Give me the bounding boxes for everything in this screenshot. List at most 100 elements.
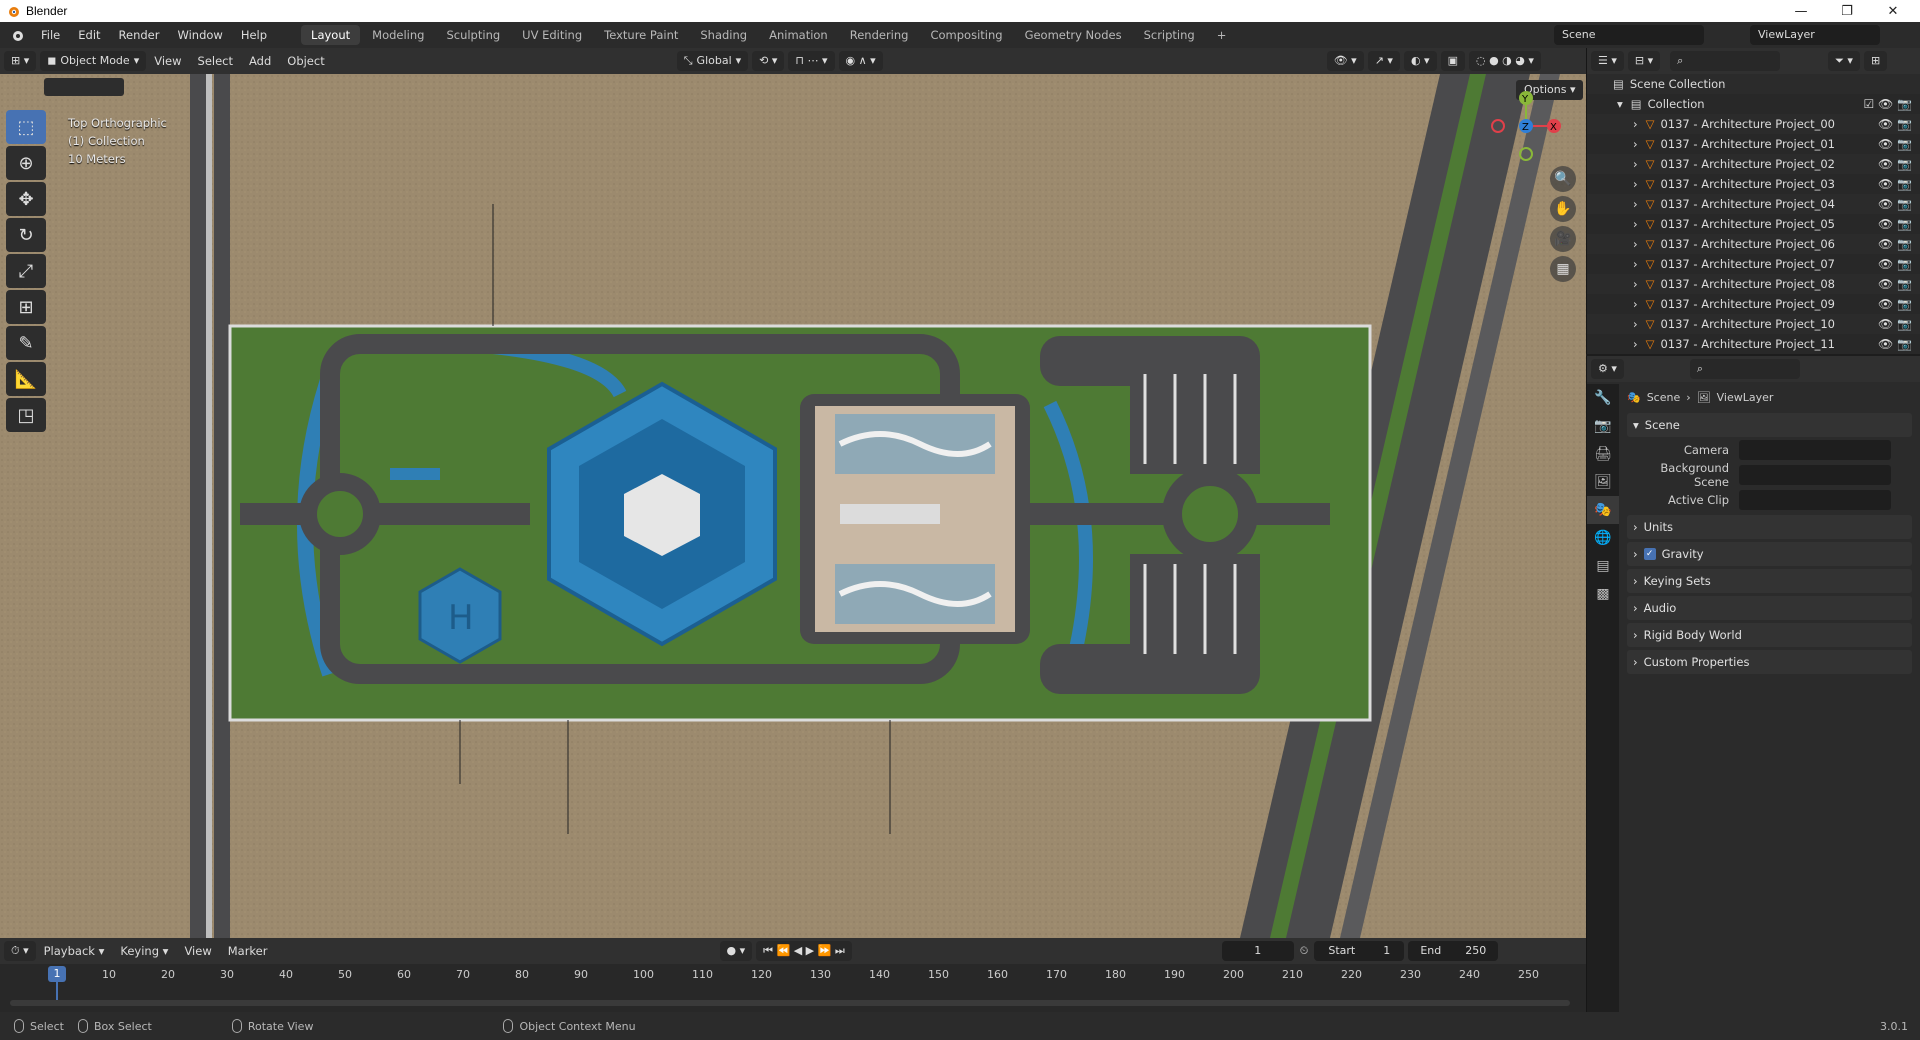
chevron-right-icon[interactable]: › (1633, 337, 1638, 351)
select-mode-icons[interactable] (44, 74, 124, 99)
restore-icon[interactable]: ❐ (1824, 0, 1870, 22)
rotate-tool-icon[interactable]: ↻ (6, 218, 46, 252)
current-frame-field[interactable]: 1 (1221, 941, 1294, 961)
camera-input[interactable] (1739, 439, 1891, 460)
menu-file[interactable]: File (32, 22, 69, 48)
properties-search-input[interactable]: ⌕ (1689, 359, 1800, 379)
collection-toggles[interactable]: ☑ 👁 📷 (1863, 97, 1912, 111)
chevron-right-icon[interactable]: › (1633, 297, 1638, 311)
tab-sculpting[interactable]: Sculpting (436, 25, 510, 45)
visibility-toggles[interactable]: 👁 📷 (1878, 237, 1912, 251)
properties-editor-type-icon[interactable]: ⚙ ▾ (1591, 359, 1624, 379)
world-tab-icon[interactable]: 🌐 (1587, 524, 1619, 552)
collection-row[interactable]: ▾ ▤ Collection ☑ 👁 📷 (1587, 94, 1920, 114)
tab-geometry-nodes[interactable]: Geometry Nodes (1015, 25, 1132, 45)
panel-gravity-header[interactable]: › ✓ Gravity (1627, 542, 1912, 566)
viewlayer-selector[interactable]: ViewLayer (1750, 25, 1880, 45)
pan-hand-icon[interactable]: ✋ (1550, 196, 1576, 222)
record-icon[interactable]: ● ▾ (719, 941, 753, 961)
menu-help[interactable]: Help (232, 22, 276, 48)
collection-tab-icon[interactable]: ▤ (1587, 552, 1619, 580)
chevron-right-icon[interactable]: › (1633, 217, 1638, 231)
visibility-toggles[interactable]: 👁 📷 (1878, 337, 1912, 351)
shading-modes-icon[interactable]: ◌ ● ◑ ◕ ▾ (1468, 51, 1541, 71)
outliner-item[interactable]: › ▽ 0137 - Architecture Project_08 👁 📷 (1587, 274, 1920, 294)
orientation-dropdown[interactable]: ⤡ Global ▾ (676, 51, 749, 71)
outliner-search-input[interactable]: ⌕ (1670, 51, 1781, 71)
measure-tool-icon[interactable]: 📐 (6, 362, 46, 396)
overlay-icon[interactable]: ◐ ▾ (1403, 51, 1437, 71)
chevron-right-icon[interactable]: › (1633, 237, 1638, 251)
outliner-item[interactable]: › ▽ 0137 - Architecture Project_11 👁 📷 (1587, 334, 1920, 354)
menu-view[interactable]: View (146, 54, 189, 68)
3d-viewport[interactable]: H Options ▾ Top Orthographic (1) Collect… (0, 74, 1586, 938)
tab-uv-editing[interactable]: UV Editing (512, 25, 592, 45)
mode-dropdown[interactable]: ◼ Object Mode ▾ (40, 51, 147, 71)
visibility-toggles[interactable]: 👁 📷 (1878, 217, 1912, 231)
outliner-item[interactable]: › ▽ 0137 - Architecture Project_03 👁 📷 (1587, 174, 1920, 194)
visibility-toggles[interactable]: 👁 📷 (1878, 317, 1912, 331)
panel-audio-header[interactable]: › Audio (1627, 596, 1912, 620)
visibility-icon[interactable]: 👁 ▾ (1326, 51, 1364, 71)
chevron-right-icon[interactable]: › (1633, 197, 1638, 211)
add-cube-tool-icon[interactable]: ◳ (6, 398, 46, 432)
outliner-item[interactable]: › ▽ 0137 - Architecture Project_10 👁 📷 (1587, 314, 1920, 334)
playback-controls[interactable]: ⏮ ⏪ ◀ ▶ ⏩ ⏭ (756, 941, 852, 961)
menu-window[interactable]: Window (168, 22, 231, 48)
outliner-item[interactable]: › ▽ 0137 - Architecture Project_04 👁 📷 (1587, 194, 1920, 214)
start-frame-field[interactable]: Start 1 (1314, 941, 1405, 961)
chevron-down-icon[interactable]: ▾ (1617, 97, 1623, 111)
xray-icon[interactable]: ▣ (1440, 51, 1465, 71)
timeline-editor-type-icon[interactable]: ⏱ ▾ (4, 941, 36, 961)
tab-compositing[interactable]: Compositing (920, 25, 1012, 45)
cursor-tool-icon[interactable]: ⊕ (6, 146, 46, 180)
menu-object[interactable]: Object (279, 54, 332, 68)
blender-menu-icon[interactable] (10, 28, 24, 42)
chevron-right-icon[interactable]: › (1633, 177, 1638, 191)
background-scene-input[interactable] (1739, 464, 1891, 485)
visibility-toggles[interactable]: 👁 📷 (1878, 277, 1912, 291)
filter-icon[interactable]: ⏷ ▾ (1828, 51, 1860, 71)
transform-tool-icon[interactable]: ⊞ (6, 290, 46, 324)
chevron-right-icon[interactable]: › (1633, 157, 1638, 171)
playback-menu[interactable]: Playback ▾ (36, 944, 113, 958)
panel-rigid-body-header[interactable]: › Rigid Body World (1627, 623, 1912, 647)
outliner-item[interactable]: › ▽ 0137 - Architecture Project_05 👁 📷 (1587, 214, 1920, 234)
pivot-icon[interactable]: ⟲ ▾ (752, 51, 785, 71)
tab-animation[interactable]: Animation (759, 25, 838, 45)
zoom-icon[interactable]: 🔍 (1550, 166, 1576, 192)
chevron-right-icon[interactable]: › (1633, 117, 1638, 131)
scale-tool-icon[interactable]: ⤢ (6, 254, 46, 288)
texture-tab-icon[interactable]: ▩ (1587, 580, 1619, 608)
editor-type-button[interactable]: ⊞ ▾ (4, 51, 37, 71)
gravity-checkbox[interactable]: ✓ (1643, 548, 1656, 560)
visibility-toggles[interactable]: 👁 📷 (1878, 117, 1912, 131)
tool-tab-icon[interactable]: 🔧 (1587, 384, 1619, 412)
tab-texture-paint[interactable]: Texture Paint (594, 25, 688, 45)
outliner-editor-type-icon[interactable]: ☰ ▾ (1591, 51, 1624, 71)
visibility-toggles[interactable]: 👁 📷 (1878, 257, 1912, 271)
render-tab-icon[interactable]: 📷 (1587, 412, 1619, 440)
timeline-scrollbar[interactable] (10, 1000, 1570, 1006)
move-tool-icon[interactable]: ✥ (6, 182, 46, 216)
panel-keying-sets-header[interactable]: › Keying Sets (1627, 569, 1912, 593)
menu-edit[interactable]: Edit (69, 22, 109, 48)
close-icon[interactable]: ✕ (1870, 0, 1916, 22)
visibility-toggles[interactable]: 👁 📷 (1878, 137, 1912, 151)
tab-rendering[interactable]: Rendering (840, 25, 919, 45)
tab-scripting[interactable]: Scripting (1134, 25, 1205, 45)
snap-icon[interactable]: ⊓ ⋯ ▾ (788, 51, 835, 71)
end-frame-field[interactable]: End 250 (1408, 941, 1499, 961)
marker-menu[interactable]: Marker (220, 944, 276, 958)
tab-shading[interactable]: Shading (690, 25, 757, 45)
chevron-right-icon[interactable]: › (1633, 317, 1638, 331)
gizmo-icon[interactable]: ↗ ▾ (1367, 51, 1400, 71)
new-collection-icon[interactable]: ⊞ (1863, 51, 1888, 71)
proportional-edit-icon[interactable]: ◉ ∧ ▾ (838, 51, 883, 71)
menu-render[interactable]: Render (110, 22, 169, 48)
outliner-item[interactable]: › ▽ 0137 - Architecture Project_09 👁 📷 (1587, 294, 1920, 314)
panel-scene-header[interactable]: ▾ Scene (1627, 413, 1912, 437)
keying-menu[interactable]: Keying ▾ (112, 944, 176, 958)
output-tab-icon[interactable]: 🖨 (1587, 440, 1619, 468)
active-clip-input[interactable] (1739, 489, 1891, 510)
